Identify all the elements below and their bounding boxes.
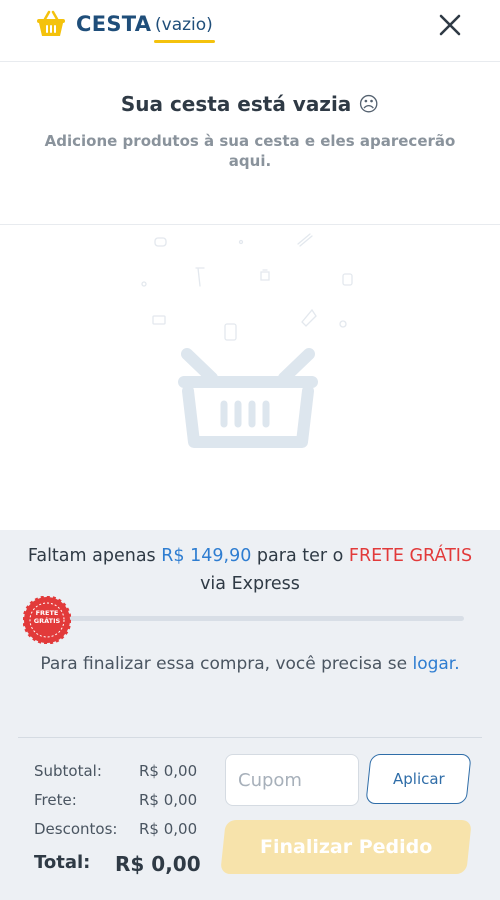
subtotal-value: R$ 0,00 [139, 762, 198, 780]
sad-face-icon: ☹ [358, 92, 380, 116]
coupon-input[interactable] [225, 754, 359, 806]
finalize-order-label: Finalizar Pedido [259, 836, 433, 858]
basket-icon [37, 10, 65, 36]
total-value: R$ 0,00 [115, 852, 201, 876]
total-label: Total: [34, 852, 91, 873]
cart-header: CESTA (vazio) [0, 0, 500, 62]
apply-coupon-button[interactable]: Aplicar [365, 754, 472, 804]
seal-text-line2: GRÁTIS [33, 617, 61, 625]
divider [0, 224, 500, 225]
free-shipping-amount: R$ 149,90 [161, 546, 252, 566]
login-message: Para finalizar essa compra, você precisa… [20, 650, 480, 678]
discount-label: Descontos: [34, 820, 118, 838]
seal-text-line1: FRETE [35, 609, 59, 617]
finalize-order-button[interactable]: Finalizar Pedido [220, 820, 472, 874]
free-shipping-middle: para ter o [256, 546, 344, 566]
free-shipping-seal-icon: FRETE GRÁTIS [22, 595, 72, 645]
login-link[interactable]: logar. [412, 654, 459, 674]
discount-value: R$ 0,00 [139, 820, 198, 838]
divider [18, 737, 482, 738]
cart-status: (vazio) [155, 15, 213, 35]
free-shipping-label: FRETE GRÁTIS [348, 546, 473, 566]
shipping-label: Frete: [34, 791, 77, 809]
free-shipping-message: Faltam apenas R$ 149,90 para ter o FRETE… [20, 542, 480, 598]
shipping-value: R$ 0,00 [139, 791, 198, 809]
free-shipping-progress [40, 616, 464, 621]
status-underline [154, 40, 215, 43]
seal-text: FRETE GRÁTIS [23, 609, 71, 625]
free-shipping-suffix: via Express [200, 574, 300, 594]
apply-coupon-label: Aplicar [392, 770, 445, 788]
cart-title: CESTA [76, 12, 152, 36]
subtotal-label: Subtotal: [34, 762, 102, 780]
login-message-text: Para finalizar essa compra, você precisa… [40, 654, 408, 674]
free-shipping-prefix: Faltam apenas [27, 546, 156, 566]
empty-cart-title-text: Sua cesta está vazia [120, 92, 352, 116]
close-icon[interactable] [432, 8, 468, 44]
empty-cart-subtitle: Adicione produtos à sua cesta e eles apa… [44, 132, 456, 170]
cart-footer-panel: Faltam apenas R$ 149,90 para ter o FRETE… [0, 530, 500, 900]
empty-basket-illustration [141, 233, 353, 448]
empty-cart-title: Sua cesta está vazia ☹ [0, 92, 500, 116]
